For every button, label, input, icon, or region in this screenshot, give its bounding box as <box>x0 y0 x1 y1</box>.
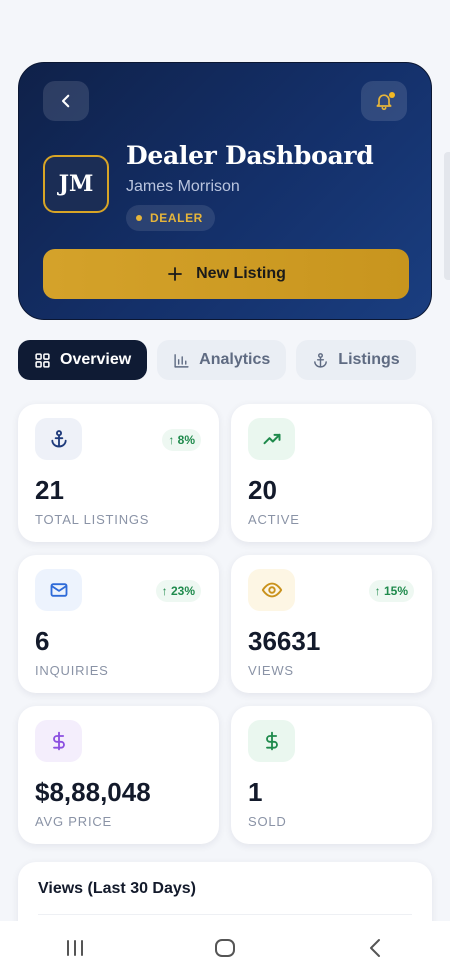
divider <box>38 914 412 915</box>
new-listing-button[interactable]: New Listing <box>43 249 409 299</box>
stat-icon-box <box>35 418 82 460</box>
system-navigation-bar <box>0 921 450 975</box>
notifications-button[interactable] <box>361 81 407 121</box>
stat-label: SOLD <box>248 814 287 829</box>
stat-value: 1 <box>248 777 263 807</box>
views-section-title: Views (Last 30 Days) <box>38 880 197 897</box>
stat-label: INQUIRIES <box>35 663 109 678</box>
stat-icon-box <box>35 569 82 611</box>
dashboard-tabs: Overview Analytics Listings <box>18 340 416 380</box>
role-dot-icon <box>136 215 142 221</box>
stat-icon-box <box>248 569 295 611</box>
notification-dot <box>389 92 395 98</box>
stat-label: VIEWS <box>248 663 294 678</box>
avatar: JM <box>43 155 109 213</box>
new-listing-label: New Listing <box>196 265 286 282</box>
stat-value: 20 <box>248 475 277 505</box>
stat-card-sold[interactable]: 1 SOLD <box>231 706 432 844</box>
plus-icon <box>168 267 183 281</box>
dollar-icon <box>52 731 65 751</box>
tab-listings[interactable]: Listings <box>296 340 416 380</box>
stat-label: AVG PRICE <box>35 814 113 829</box>
recents-button[interactable] <box>45 928 105 968</box>
role-badge: DEALER <box>126 205 215 231</box>
stat-icon-box <box>248 418 295 460</box>
tab-analytics[interactable]: Analytics <box>157 340 287 380</box>
stat-icon-box <box>35 720 82 762</box>
stat-icon-box <box>248 720 295 762</box>
tab-listings-label: Listings <box>338 351 400 368</box>
eye-icon <box>261 582 282 598</box>
back-button[interactable] <box>43 81 89 121</box>
stat-card-views[interactable]: ↑ 15% 36631 VIEWS <box>231 555 432 693</box>
dealer-dashboard-screen: JM Dealer Dashboard James Morrison DEALE… <box>0 0 450 975</box>
stat-value: 36631 <box>248 626 321 656</box>
stat-card-active[interactable]: 20 ACTIVE <box>231 404 432 542</box>
dashboard-header-card: JM Dealer Dashboard James Morrison DEALE… <box>18 62 432 320</box>
mail-icon <box>50 583 67 597</box>
home-button[interactable] <box>195 928 255 968</box>
trend-badge: ↑ 15% <box>368 580 414 602</box>
stat-value: 6 <box>35 626 50 656</box>
trend-badge: ↑ 23% <box>155 580 201 602</box>
stat-label: TOTAL LISTINGS <box>35 512 150 527</box>
tab-overview-label: Overview <box>60 351 132 368</box>
tab-analytics-label: Analytics <box>199 351 271 368</box>
back-icon <box>370 939 380 957</box>
stat-label: ACTIVE <box>248 512 300 527</box>
dollar-icon <box>265 731 278 751</box>
grid-icon <box>35 352 50 368</box>
role-badge-label: DEALER <box>150 211 203 225</box>
home-icon <box>215 939 235 957</box>
tab-overview[interactable]: Overview <box>18 340 148 380</box>
anchor-icon <box>50 430 67 448</box>
system-back-button[interactable] <box>345 928 405 968</box>
edge-panel-handle[interactable] <box>444 152 450 280</box>
trend-badge: ↑ 8% <box>162 429 201 451</box>
stat-value: 21 <box>35 475 64 505</box>
recents-icon <box>67 940 83 956</box>
stat-card-total-listings[interactable]: ↑ 8% 21 TOTAL LISTINGS <box>18 404 219 542</box>
anchor-icon <box>314 352 328 368</box>
stat-value: $8,88,048 <box>35 777 151 807</box>
chevron-left-icon <box>61 94 70 108</box>
stat-card-avg-price[interactable]: $8,88,048 AVG PRICE <box>18 706 219 844</box>
dealer-name: James Morrison <box>126 178 240 195</box>
stat-card-inquiries[interactable]: ↑ 23% 6 INQUIRIES <box>18 555 219 693</box>
trending-up-icon <box>263 433 280 445</box>
bar-chart-icon <box>174 353 189 368</box>
page-title: Dealer Dashboard <box>126 141 374 170</box>
